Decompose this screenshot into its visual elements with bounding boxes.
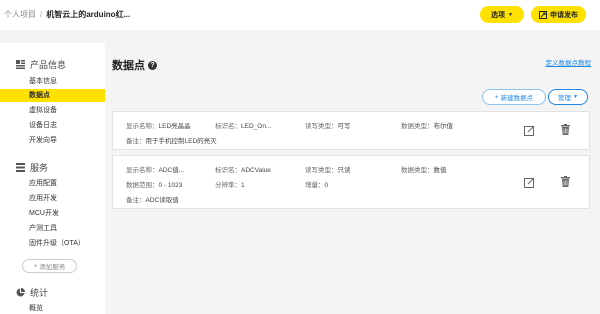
value: ADC值... <box>158 167 185 174</box>
main-content: 数据点 ? 定义数据点教程 + 新建数据点 管理 ▼ 显示名称：LED亮晶晶 标… <box>105 43 600 314</box>
field-display-name: 显示名称：ADC值... <box>126 164 184 174</box>
tutorial-link[interactable]: 定义数据点教程 <box>546 57 592 67</box>
edit-icon[interactable] <box>524 125 535 136</box>
sidebar-section-stats: 统计 <box>16 286 48 299</box>
trash-icon[interactable] <box>560 176 571 187</box>
field-note: 备注：用于手机控制LED的亮灭 <box>126 135 217 145</box>
label: 标识名： <box>215 167 241 174</box>
value: 数值 <box>433 167 447 174</box>
breadcrumb-separator: / <box>40 10 43 19</box>
publish-icon <box>539 10 547 19</box>
plus-icon: + <box>494 93 499 101</box>
label: 备注： <box>126 197 146 204</box>
label: 数据类型： <box>401 167 434 174</box>
product-icon <box>16 60 25 69</box>
value: LED亮晶晶 <box>158 123 191 130</box>
help-icon[interactable]: ? <box>148 60 157 70</box>
sidebar-item-app-dev[interactable]: 应用开发 <box>0 192 105 205</box>
value: ADCValue <box>241 167 271 174</box>
sidebar-section-service: 服务 <box>16 161 48 174</box>
label: 备注： <box>126 138 146 145</box>
sidebar-section-title: 统计 <box>30 288 49 298</box>
trash-icon[interactable] <box>560 124 571 135</box>
value: 可写 <box>337 123 351 130</box>
sidebar-section-title: 产品信息 <box>30 60 67 70</box>
field-rw-type: 读写类型：可写 <box>305 120 351 130</box>
datapoint-card: 显示名称：LED亮晶晶 标识名：LED_On... 读写类型：可写 数据类型：布… <box>112 111 590 150</box>
page-title-text: 数据点 <box>112 60 145 72</box>
field-range: 数据范围：0 - 1023 <box>126 179 182 189</box>
new-datapoint-label: 新建数据点 <box>500 95 534 102</box>
datapoint-card: 显示名称：ADC值... 标识名：ADCValue 读写类型：只读 数据类型：数… <box>112 155 590 209</box>
caret-down-icon: ▼ <box>508 11 513 18</box>
label: 读写类型： <box>305 167 338 174</box>
sidebar-item-dev-guide[interactable]: 开发向导 <box>0 134 105 147</box>
value: 只读 <box>337 167 351 174</box>
value: 布尔值 <box>433 123 454 130</box>
plus-icon: + <box>33 262 38 270</box>
label: 数据范围： <box>126 182 159 189</box>
field-resolution: 分辨率：1 <box>215 179 245 189</box>
breadcrumb: 个人项目 / 机智云上的arduino红... <box>4 9 130 20</box>
field-data-type: 数据类型：数值 <box>401 164 447 174</box>
page-title: 数据点 ? <box>112 57 157 73</box>
new-datapoint-button[interactable]: + 新建数据点 <box>482 89 546 105</box>
label: 标识名： <box>215 123 241 130</box>
field-increment: 增量：0 <box>305 179 328 189</box>
add-service-button[interactable]: + 添加服务 <box>22 259 77 273</box>
options-button[interactable]: 选项 ▼ <box>480 6 524 23</box>
caret-down-icon: ▼ <box>573 94 578 100</box>
field-note: 备注：ADC读取值 <box>126 194 179 204</box>
label: 读写类型： <box>305 123 338 130</box>
breadcrumb-root[interactable]: 个人项目 <box>4 10 36 19</box>
field-identifier: 标识名：LED_On... <box>215 120 271 130</box>
value: 用于手机控制LED的亮灭 <box>145 138 217 145</box>
label: 显示名称： <box>126 123 159 130</box>
manage-label: 管理 <box>558 95 572 102</box>
sidebar: 产品信息 基本信息 数据点 虚拟设备 设备日志 开发向导 服务 应用配置 应用开… <box>0 43 105 314</box>
label: 数据类型： <box>401 123 434 130</box>
sidebar-item-mcu-dev[interactable]: MCU开发 <box>0 207 105 220</box>
value: LED_On... <box>241 123 272 130</box>
publish-label: 申请发布 <box>550 11 578 19</box>
sidebar-item-ota[interactable]: 固件升级（OTA） <box>0 237 105 250</box>
field-identifier: 标识名：ADCValue <box>215 164 271 174</box>
value: 0 <box>324 182 329 189</box>
breadcrumb-current: 机智云上的arduino红... <box>46 10 131 19</box>
options-label: 选项 <box>491 11 506 19</box>
publish-button[interactable]: 申请发布 <box>531 6 586 23</box>
sidebar-item-overview[interactable]: 概览 <box>0 302 105 314</box>
sidebar-section-product: 产品信息 <box>16 58 66 71</box>
sidebar-item-device-log[interactable]: 设备日志 <box>0 119 105 132</box>
sidebar-item-app-config[interactable]: 应用配置 <box>0 177 105 190</box>
label: 分辨率： <box>215 182 241 189</box>
value: 0 - 1023 <box>158 182 183 189</box>
field-display-name: 显示名称：LED亮晶晶 <box>126 120 191 130</box>
label: 显示名称： <box>126 167 159 174</box>
pie-chart-icon <box>16 288 25 297</box>
sidebar-item-test-tool[interactable]: 产测工具 <box>0 222 105 235</box>
label: 增量： <box>305 182 325 189</box>
sidebar-item-datapoints[interactable]: 数据点 <box>0 89 105 102</box>
add-service-label: 添加服务 <box>39 264 66 271</box>
value: 1 <box>241 182 245 189</box>
manage-button[interactable]: 管理 ▼ <box>548 89 588 105</box>
field-rw-type: 读写类型：只读 <box>305 164 351 174</box>
sidebar-section-title: 服务 <box>30 163 49 173</box>
top-bar: 个人项目 / 机智云上的arduino红... 选项 ▼ 申请发布 <box>0 0 600 30</box>
value: ADC读取值 <box>145 197 179 204</box>
field-data-type: 数据类型：布尔值 <box>401 120 453 130</box>
edit-icon[interactable] <box>524 177 535 188</box>
service-icon <box>16 163 25 172</box>
sidebar-item-virtual-device[interactable]: 虚拟设备 <box>0 104 105 117</box>
sidebar-item-basic-info[interactable]: 基本信息 <box>0 75 105 88</box>
